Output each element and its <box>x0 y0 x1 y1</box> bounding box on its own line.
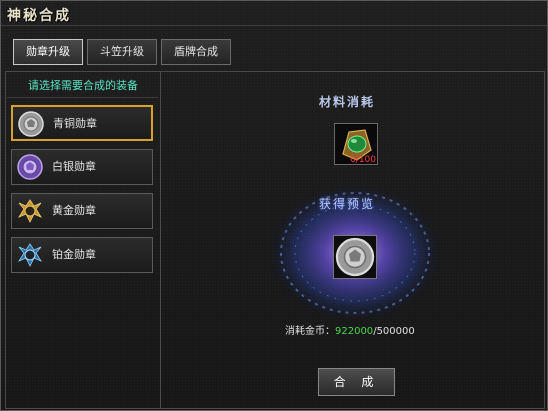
gold-cost-label: 消耗金币： <box>285 326 335 337</box>
equipment-list-panel: 请选择需要合成的装备 青铜勋章 白银勋章 黄金勋章 铂金勋章 <box>5 71 161 409</box>
preview-slot[interactable] <box>333 235 377 279</box>
platinum-medal-icon <box>17 243 43 267</box>
preview-label: 获得预览 <box>319 197 376 211</box>
list-item-label: 青铜勋章 <box>53 117 97 130</box>
title-divider <box>1 25 547 26</box>
window-title: 神秘合成 <box>7 8 71 24</box>
gold-current: 922000 <box>335 326 374 337</box>
gold-medal-icon <box>17 199 43 223</box>
equipment-list-header: 请选择需要合成的装备 <box>28 79 138 92</box>
list-item-label: 白银勋章 <box>52 160 96 173</box>
tab-medal-upgrade[interactable]: 勋章升级 <box>13 39 83 65</box>
synthesis-window: 神秘合成 勋章升级 斗笠升级 盾牌合成 请选择需要合成的装备 青铜勋章 白银勋章 <box>0 0 548 411</box>
bronze-medal-icon <box>335 237 375 277</box>
list-item-silver-medal[interactable]: 白银勋章 <box>11 149 153 185</box>
synthesize-button[interactable]: 合 成 <box>318 368 395 396</box>
tab-shield-synthesis[interactable]: 盾牌合成 <box>161 39 231 65</box>
gold-required: 500000 <box>376 326 415 337</box>
materials-title: 材料消耗 <box>319 95 376 109</box>
gold-cost: 消耗金币：922000/500000 <box>285 322 415 337</box>
material-count: 0/100 <box>350 155 376 165</box>
silver-medal-icon <box>17 154 43 180</box>
tab-hat-upgrade[interactable]: 斗笠升级 <box>87 39 157 65</box>
tab-bar: 勋章升级 斗笠升级 盾牌合成 <box>13 39 231 65</box>
list-item-bronze-medal[interactable]: 青铜勋章 <box>11 105 153 141</box>
list-item-platinum-medal[interactable]: 铂金勋章 <box>11 237 153 273</box>
list-item-label: 铂金勋章 <box>52 248 96 261</box>
material-slot[interactable]: 0/100 <box>334 123 378 165</box>
list-item-gold-medal[interactable]: 黄金勋章 <box>11 193 153 229</box>
list-header-divider <box>7 97 158 98</box>
list-item-label: 黄金勋章 <box>52 204 96 217</box>
bronze-medal-icon <box>18 111 44 137</box>
